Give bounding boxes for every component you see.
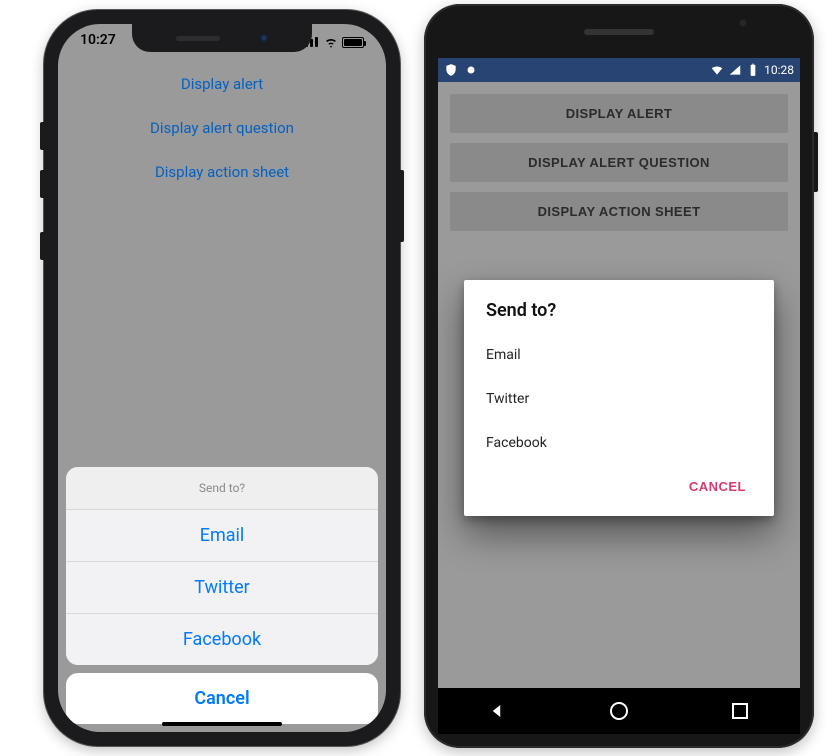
iphone-screen: 10:27 Display alert Display alert questi…	[58, 24, 386, 732]
ios-sheet-item-email[interactable]: Email	[66, 510, 378, 562]
ios-sheet-title: Send to?	[66, 467, 378, 510]
android-dialog-actions: CANCEL	[486, 465, 752, 508]
android-dialog-cancel-button[interactable]: CANCEL	[683, 471, 752, 502]
battery-icon	[342, 37, 364, 48]
android-navigation-bar	[438, 688, 800, 734]
ios-clock: 10:27	[80, 32, 116, 52]
nav-home-button[interactable]	[609, 701, 629, 721]
earpiece-speaker	[584, 29, 654, 35]
earpiece-speaker	[176, 36, 220, 41]
android-dialog-title: Send to?	[486, 300, 752, 321]
front-camera	[260, 34, 268, 42]
iphone-notch	[132, 24, 312, 52]
android-dialog-item-facebook[interactable]: Facebook	[486, 421, 752, 465]
wifi-icon	[324, 35, 338, 49]
nav-recent-button[interactable]	[730, 701, 750, 721]
nav-back-button[interactable]	[488, 701, 508, 721]
ios-sheet-item-facebook[interactable]: Facebook	[66, 614, 378, 665]
iphone-device-frame: 10:27 Display alert Display alert questi…	[44, 10, 400, 746]
android-device-frame: 10:28 DISPLAY ALERT DISPLAY ALERT QUESTI…	[424, 4, 814, 748]
ios-action-sheet: Send to? Email Twitter Facebook Cancel	[66, 467, 378, 724]
android-dialog: Send to? Email Twitter Facebook CANCEL	[464, 280, 774, 516]
android-screen: 10:28 DISPLAY ALERT DISPLAY ALERT QUESTI…	[438, 58, 800, 688]
android-dialog-item-email[interactable]: Email	[486, 333, 752, 377]
ios-home-indicator[interactable]	[162, 722, 282, 726]
ios-sheet-options-group: Send to? Email Twitter Facebook	[66, 467, 378, 665]
ios-sheet-item-twitter[interactable]: Twitter	[66, 562, 378, 614]
android-dialog-item-twitter[interactable]: Twitter	[486, 377, 752, 421]
ios-sheet-cancel-button[interactable]: Cancel	[66, 673, 378, 724]
android-top-sensors	[424, 20, 814, 39]
front-camera	[738, 18, 748, 28]
